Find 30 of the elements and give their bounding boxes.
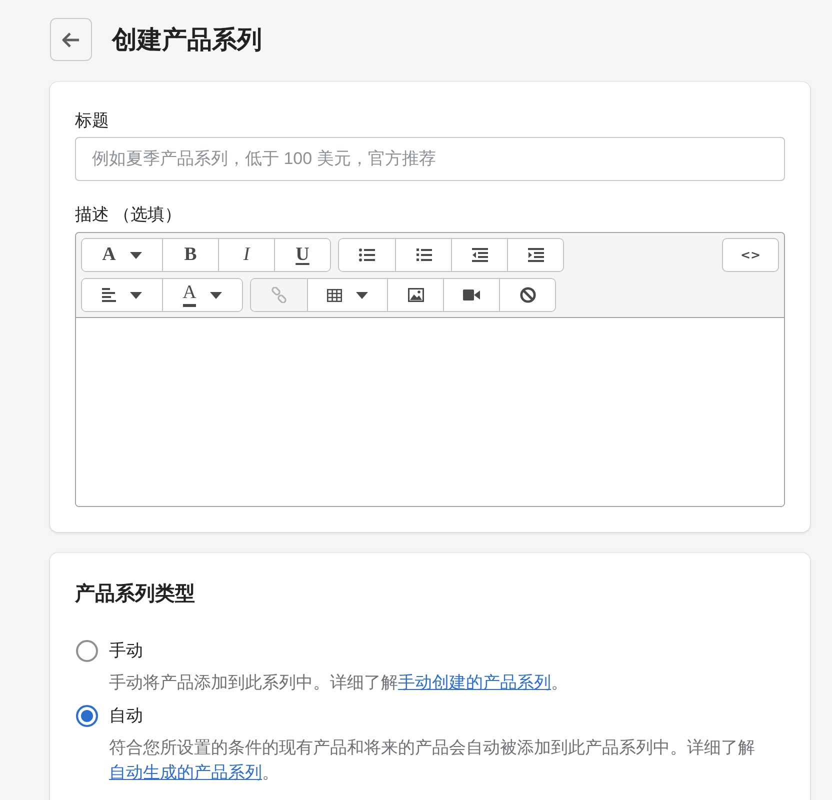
section-heading: 产品系列类型 — [75, 582, 195, 607]
text-color-button[interactable]: A — [162, 279, 242, 311]
radio-button[interactable] — [76, 640, 98, 662]
help-link[interactable]: 自动生成的产品系列 — [109, 763, 262, 782]
option-description: 手动将产品添加到此系列中。详细了解手动创建的产品系列。 — [109, 672, 568, 694]
bullet-list-icon — [359, 248, 375, 262]
indent-button[interactable] — [507, 239, 563, 271]
radio-label: 自动 — [109, 705, 143, 727]
help-link[interactable]: 手动创建的产品系列 — [398, 673, 551, 692]
back-button[interactable] — [50, 18, 92, 61]
clear-format-button[interactable] — [499, 279, 555, 311]
align-left-icon — [102, 288, 116, 302]
page-title: 创建产品系列 — [112, 24, 262, 56]
table-grid-icon — [327, 288, 342, 302]
radio-label: 手动 — [109, 640, 143, 662]
arrow-left-icon — [62, 32, 80, 48]
prohibited-circle-icon — [520, 287, 536, 303]
indent-icon — [528, 248, 544, 262]
field-label: 标题 — [75, 110, 109, 132]
chain-link-icon — [271, 287, 287, 303]
video-camera-icon — [463, 289, 480, 301]
radio-button[interactable] — [76, 705, 98, 727]
source-code-button[interactable]: <> — [722, 238, 779, 272]
field-label: 描述 （选填） — [75, 204, 182, 226]
outdent-icon — [472, 248, 488, 262]
numbered-list-icon — [416, 248, 432, 262]
option-description: 符合您所设置的条件的现有产品和将来的产品会自动被添加到此产品系列中。详细了解 自动生成的产品系列。 — [109, 737, 756, 784]
image-icon — [408, 288, 424, 302]
title-input[interactable]: 例如夏季产品系列，低于 100 美元，官方推荐 — [75, 137, 785, 181]
underline-button[interactable]: U — [274, 239, 330, 271]
